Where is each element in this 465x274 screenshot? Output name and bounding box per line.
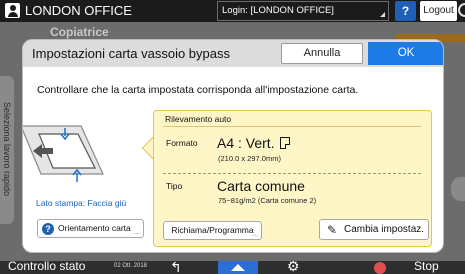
bypass-tray-dialog: Impostazioni carta vassoio bypass Annull… [22, 39, 444, 253]
home-icon[interactable] [218, 261, 258, 274]
device-name: LONDON OFFICE [25, 3, 132, 18]
paper-orientation-label: Orientamento carta [58, 223, 131, 233]
user-icon [5, 3, 20, 18]
doc-portrait-icon [279, 137, 290, 150]
pencil-icon: ✎ [327, 223, 338, 237]
type-value: Carta comune [217, 178, 305, 194]
type-detail: 75~81g/m2 (Carta comune 2) [218, 196, 317, 205]
dialog-message: Controllare che la carta impostata corri… [37, 84, 359, 96]
back-icon[interactable]: ↰ [170, 261, 182, 274]
size-value-row: A4 : Vert. [217, 135, 290, 151]
dialog-title: Impostazioni carta vassoio bypass [32, 46, 230, 61]
change-settings-label: Cambia impostaz. [344, 224, 425, 235]
recall-program-button[interactable]: Richiama/Programma ... [163, 221, 262, 240]
auto-detect-header: Rilevamento auto [165, 114, 232, 124]
change-settings-button[interactable]: ✎ Cambia impostaz. [319, 219, 429, 240]
top-bar: LONDON OFFICE Login: [LONDON OFFICE] ? L… [0, 0, 465, 22]
panel-dashed-divider [163, 173, 421, 174]
cancel-button[interactable]: Annulla [281, 43, 363, 64]
status-check-button[interactable]: Controllo stato [8, 261, 85, 273]
size-detail: (210.0 x 297.0mm) [218, 154, 281, 163]
background-app-title: Copiatrice [50, 25, 109, 39]
bypass-tray-illustration [23, 125, 104, 182]
question-icon: ? [42, 223, 54, 235]
more-dots: ... [134, 229, 140, 236]
print-side-label: Lato stampa: Faccia giù [36, 198, 127, 208]
date-display: 02 Ott. 2018 [114, 263, 148, 269]
size-label: Formato [166, 138, 198, 148]
paper-orientation-button[interactable]: ? Orientamento carta ... [37, 219, 144, 238]
size-value: A4 : Vert. [217, 135, 275, 151]
help-button[interactable]: ? [395, 1, 416, 21]
panel-divider [163, 126, 421, 127]
login-field[interactable]: Login: [LONDON OFFICE] [217, 1, 389, 21]
quick-job-side-tab[interactable]: Seleziona lavoro rapido [0, 76, 14, 224]
more-dots: ... [252, 231, 258, 238]
type-label: Tipo [166, 181, 183, 191]
right-edge-tab[interactable] [451, 177, 465, 201]
stop-icon[interactable] [374, 262, 386, 274]
bottom-bar: Controllo stato 02 Ott. 2018 ↰ ⚙ Stop [0, 261, 465, 274]
recall-program-label: Richiama/Programma [171, 225, 254, 235]
dialog-header: Impostazioni carta vassoio bypass Annull… [23, 40, 443, 67]
logout-button[interactable]: Logout [420, 1, 457, 21]
stop-button[interactable]: Stop [414, 261, 439, 273]
gear-icon[interactable]: ⚙ [287, 261, 300, 274]
ok-button[interactable]: OK [368, 42, 443, 65]
power-icon[interactable] [458, 3, 465, 17]
quick-job-side-tab-label: Seleziona lavoro rapido [2, 101, 12, 197]
